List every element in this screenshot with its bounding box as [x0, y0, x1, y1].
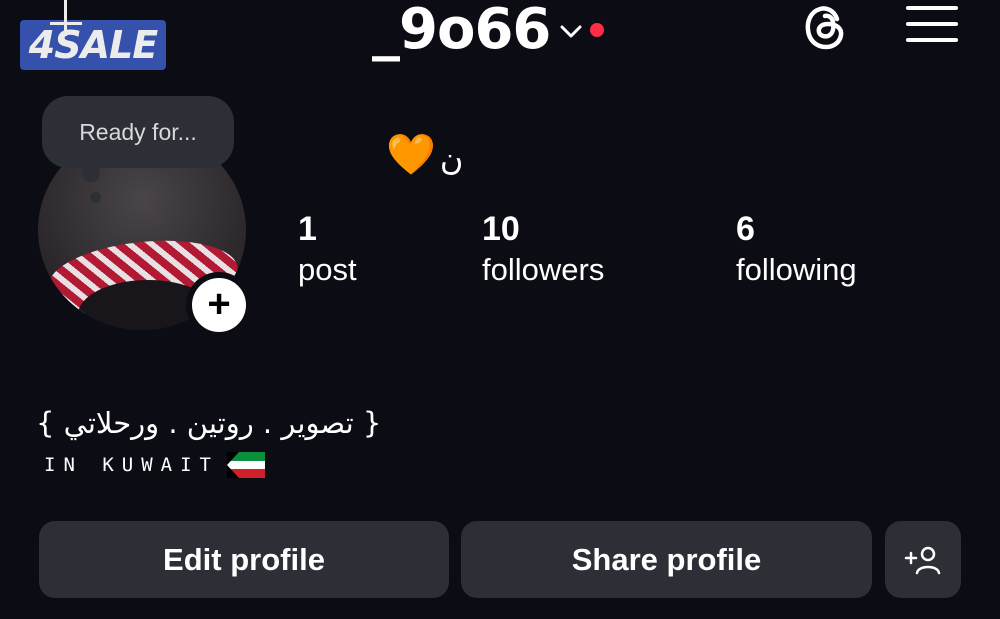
username: _9o66	[372, 0, 551, 62]
location-text: IN KUWAIT	[44, 454, 219, 476]
note-text: Ready for...	[79, 119, 197, 145]
edit-profile-label: Edit profile	[163, 542, 325, 577]
discover-people-button[interactable]	[885, 521, 961, 598]
note-bubble[interactable]: Ready for...	[42, 96, 234, 168]
stat-following[interactable]: 6 following	[736, 208, 857, 290]
share-profile-label: Share profile	[571, 542, 762, 577]
display-name-row: 🧡 ن	[386, 132, 463, 178]
add-person-icon	[904, 546, 941, 574]
display-name: ن	[439, 141, 464, 177]
stat-followers[interactable]: 10 followers	[482, 208, 604, 290]
chevron-down-icon	[560, 25, 582, 38]
stat-following-value: 6	[736, 210, 755, 248]
note-bubble-tail	[82, 164, 100, 182]
stat-posts-label: post	[298, 252, 357, 287]
stat-followers-label: followers	[482, 252, 605, 287]
watermark-text: 4SALE	[28, 23, 158, 67]
kuwait-flag-icon	[226, 452, 265, 478]
stat-followers-value: 10	[482, 210, 520, 248]
watermark-logo: 4SALE	[20, 0, 166, 70]
share-profile-button[interactable]: Share profile	[461, 521, 872, 598]
stat-posts[interactable]: 1 post	[298, 208, 357, 290]
stat-posts-value: 1	[298, 210, 317, 248]
account-switcher[interactable]: _9o66	[372, 0, 605, 64]
add-story-button[interactable]: +	[186, 272, 252, 338]
orange-heart-emoji: 🧡	[386, 133, 436, 177]
note-bubble-tail-small	[90, 192, 101, 203]
bio-text: { تصوير . روتين . ورحلاتي }	[36, 406, 382, 440]
hamburger-menu-icon[interactable]	[906, 2, 958, 46]
edit-profile-button[interactable]: Edit profile	[39, 521, 449, 598]
plus-icon: +	[192, 278, 246, 332]
location-line: IN KUWAIT	[44, 452, 265, 478]
threads-icon[interactable]	[800, 2, 850, 52]
notification-dot	[590, 23, 605, 37]
stat-following-label: following	[736, 252, 857, 287]
